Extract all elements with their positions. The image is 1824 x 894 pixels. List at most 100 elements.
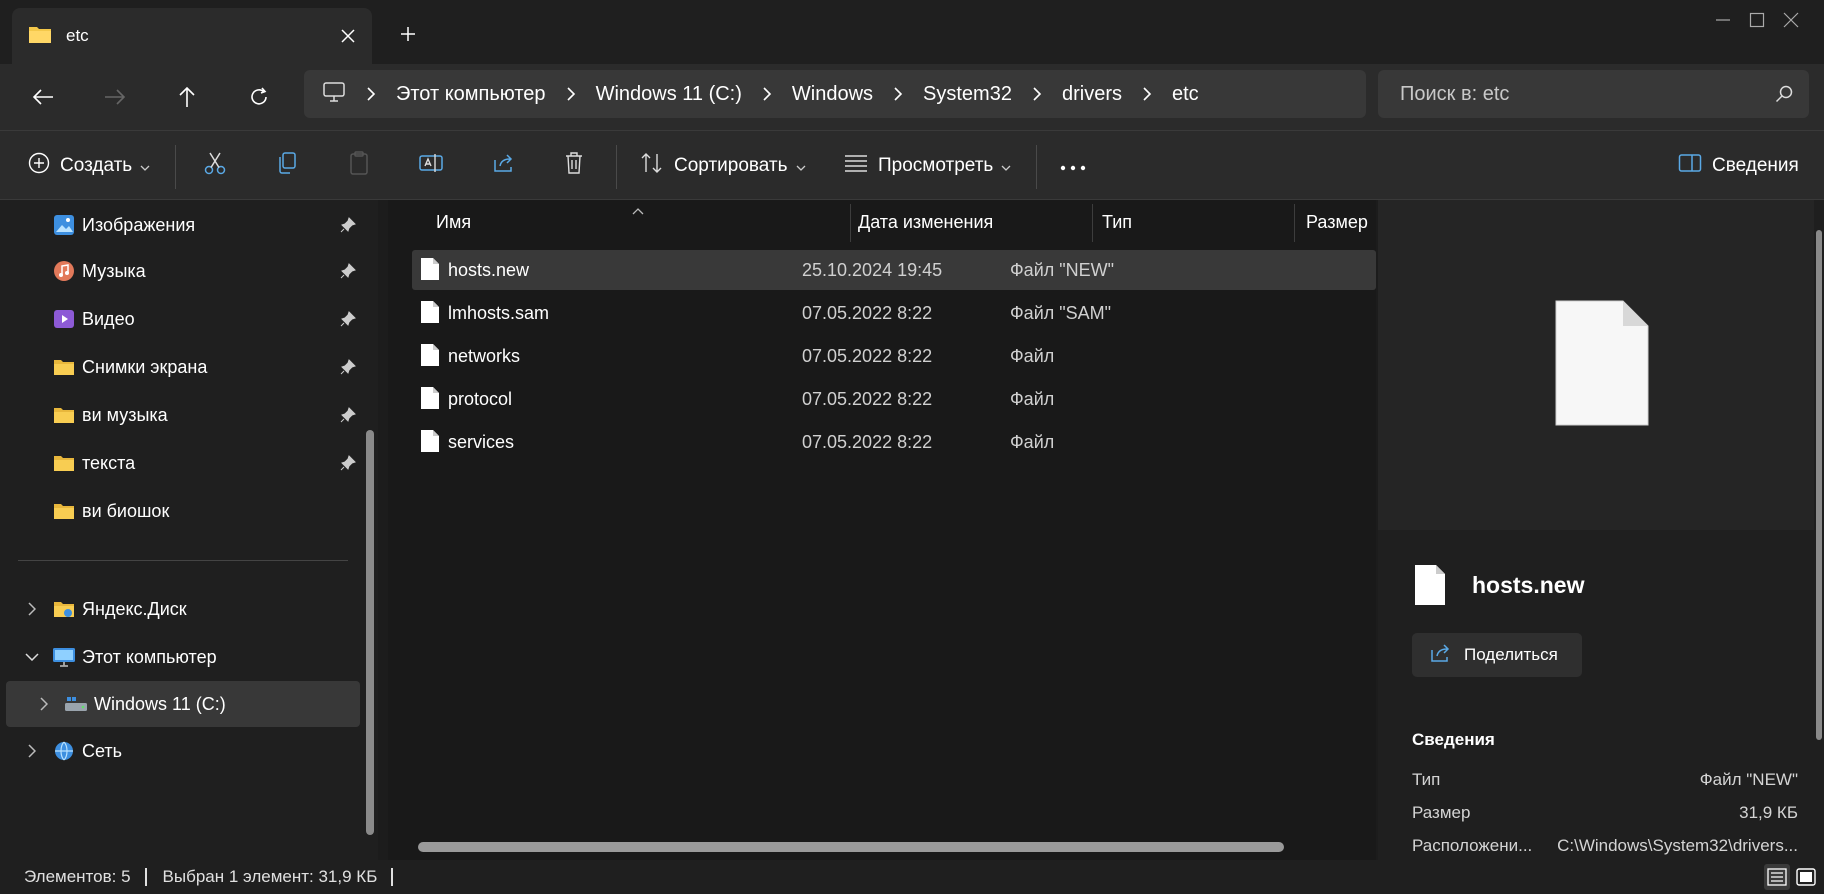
delete-button[interactable] bbox=[564, 143, 584, 189]
breadcrumb-item[interactable]: Windows 11 (C:) bbox=[596, 83, 742, 106]
navigation-bar: Этот компьютер Windows 11 (C:) Windows S… bbox=[0, 64, 1824, 130]
chevron-right-icon[interactable] bbox=[873, 86, 923, 102]
close-tab-icon[interactable] bbox=[328, 16, 368, 56]
address-bar[interactable]: Этот компьютер Windows 11 (C:) Windows S… bbox=[304, 70, 1366, 118]
property-value: 31,9 КБ bbox=[1739, 803, 1798, 822]
search-icon[interactable] bbox=[1759, 85, 1809, 103]
pin-icon[interactable] bbox=[336, 403, 360, 427]
file-type: Файл "SAM" bbox=[1010, 302, 1112, 323]
sort-indicator-icon bbox=[632, 200, 644, 220]
sidebar-item-this-pc[interactable]: Этот компьютер bbox=[6, 634, 358, 680]
chevron-right-icon[interactable] bbox=[22, 599, 42, 619]
copy-button[interactable] bbox=[276, 143, 298, 189]
details-scrollbar[interactable] bbox=[1816, 230, 1822, 740]
divider bbox=[175, 145, 176, 189]
sidebar-item-label: текста bbox=[82, 452, 136, 473]
pin-icon[interactable] bbox=[336, 307, 360, 331]
file-type: Файл bbox=[1010, 388, 1055, 409]
chevron-right-icon[interactable] bbox=[22, 741, 42, 761]
file-preview-icon bbox=[1555, 300, 1649, 426]
search-box[interactable] bbox=[1378, 70, 1809, 118]
preview-area bbox=[1378, 200, 1814, 530]
close-window-icon[interactable] bbox=[1756, 0, 1824, 40]
property-key: Тип bbox=[1412, 770, 1441, 789]
column-divider[interactable] bbox=[1294, 204, 1295, 242]
refresh-icon[interactable] bbox=[234, 72, 284, 122]
table-row[interactable]: lmhosts.sam 07.05.2022 8:22 Файл "SAM" bbox=[412, 293, 1376, 333]
chevron-right-icon[interactable] bbox=[1122, 86, 1172, 102]
chevron-right-icon[interactable] bbox=[346, 86, 396, 102]
file-date: 25.10.2024 19:45 bbox=[802, 259, 943, 280]
create-button[interactable]: Создать bbox=[28, 143, 150, 189]
create-label: Создать bbox=[60, 155, 133, 176]
sidebar-item-vi-music[interactable]: ви музыка bbox=[6, 392, 358, 438]
sidebar-item-pictures[interactable]: Изображения bbox=[6, 202, 358, 248]
column-header-type[interactable]: Тип bbox=[1102, 200, 1132, 244]
share-icon bbox=[492, 152, 516, 180]
details-pane-button[interactable]: Сведения bbox=[1678, 143, 1799, 189]
sidebar-item-vi-bioshock[interactable]: ви биошок bbox=[6, 488, 358, 534]
chevron-right-icon[interactable] bbox=[546, 86, 596, 102]
chevron-right-icon[interactable] bbox=[1012, 86, 1062, 102]
sort-button[interactable]: Сортировать bbox=[640, 143, 806, 189]
horizontal-scrollbar[interactable] bbox=[418, 842, 1284, 852]
new-tab-icon[interactable] bbox=[388, 14, 428, 54]
chevron-right-icon[interactable] bbox=[34, 694, 54, 714]
table-row[interactable]: protocol 07.05.2022 8:22 Файл bbox=[412, 379, 1376, 419]
details-pane: hosts.new Поделиться Сведения Тип Файл "… bbox=[1378, 200, 1824, 860]
sidebar-item-yandex-disk[interactable]: Яндекс.Диск bbox=[6, 586, 358, 632]
folder-icon bbox=[52, 499, 76, 523]
paste-button[interactable] bbox=[348, 143, 370, 189]
details-view-toggle-icon[interactable] bbox=[1764, 864, 1790, 890]
column-header-name[interactable]: Имя bbox=[436, 200, 471, 244]
share-button[interactable] bbox=[492, 143, 516, 189]
sidebar-divider bbox=[18, 560, 348, 561]
sidebar-item-texts[interactable]: текста bbox=[6, 440, 358, 486]
share-button[interactable]: Поделиться bbox=[1412, 633, 1582, 677]
folder-icon bbox=[52, 403, 76, 427]
sidebar-scrollbar[interactable] bbox=[366, 430, 374, 835]
back-arrow-icon[interactable] bbox=[18, 72, 68, 122]
column-header-size[interactable]: Размер bbox=[1306, 200, 1368, 244]
sidebar-item-network[interactable]: Сеть bbox=[6, 728, 358, 774]
column-divider[interactable] bbox=[1092, 204, 1093, 242]
pictures-icon bbox=[52, 213, 76, 237]
view-button[interactable]: Просмотреть bbox=[844, 143, 1011, 189]
pin-icon[interactable] bbox=[336, 259, 360, 283]
rename-button[interactable] bbox=[418, 143, 444, 189]
pin-icon[interactable] bbox=[336, 213, 360, 237]
table-row[interactable]: hosts.new 25.10.2024 19:45 Файл "NEW" bbox=[412, 250, 1376, 290]
sidebar-item-label: Этот компьютер bbox=[82, 646, 217, 667]
pin-icon[interactable] bbox=[336, 451, 360, 475]
breadcrumb-item[interactable]: Windows bbox=[792, 83, 873, 106]
search-input[interactable] bbox=[1400, 82, 1759, 106]
cut-button[interactable] bbox=[204, 143, 226, 189]
more-options-button[interactable] bbox=[1060, 143, 1086, 189]
property-key: Расположени... bbox=[1412, 836, 1533, 855]
column-header-date[interactable]: Дата изменения bbox=[858, 200, 993, 244]
breadcrumb-item[interactable]: System32 bbox=[923, 83, 1012, 106]
sidebar-item-video[interactable]: Видео bbox=[6, 296, 358, 342]
tab-etc[interactable]: etc bbox=[12, 8, 372, 64]
breadcrumb-item[interactable]: drivers bbox=[1062, 83, 1122, 106]
chevron-down-icon[interactable] bbox=[22, 647, 42, 667]
table-row[interactable]: services 07.05.2022 8:22 Файл bbox=[412, 422, 1376, 462]
tiles-view-toggle-icon[interactable] bbox=[1793, 864, 1819, 890]
network-icon bbox=[52, 739, 76, 763]
property-row: Расположени... C:\Windows\System32\drive… bbox=[1412, 836, 1798, 856]
breadcrumb-item[interactable]: etc bbox=[1172, 83, 1199, 106]
pin-icon[interactable] bbox=[336, 355, 360, 379]
view-label: Просмотреть bbox=[878, 155, 994, 176]
forward-arrow-icon[interactable] bbox=[90, 72, 140, 122]
chevron-right-icon[interactable] bbox=[742, 86, 792, 102]
file-type: Файл bbox=[1010, 431, 1055, 452]
divider bbox=[616, 145, 617, 189]
column-divider[interactable] bbox=[850, 204, 851, 242]
breadcrumb-item[interactable]: Этот компьютер bbox=[396, 83, 546, 106]
table-row[interactable]: networks 07.05.2022 8:22 Файл bbox=[412, 336, 1376, 376]
sidebar-item-screenshots[interactable]: Снимки экрана bbox=[6, 344, 358, 390]
sidebar-item-music[interactable]: Музыка bbox=[6, 248, 358, 294]
up-arrow-icon[interactable] bbox=[162, 72, 212, 122]
share-label: Поделиться bbox=[1464, 645, 1558, 664]
sidebar-item-windows-drive[interactable]: Windows 11 (C:) bbox=[6, 681, 360, 727]
